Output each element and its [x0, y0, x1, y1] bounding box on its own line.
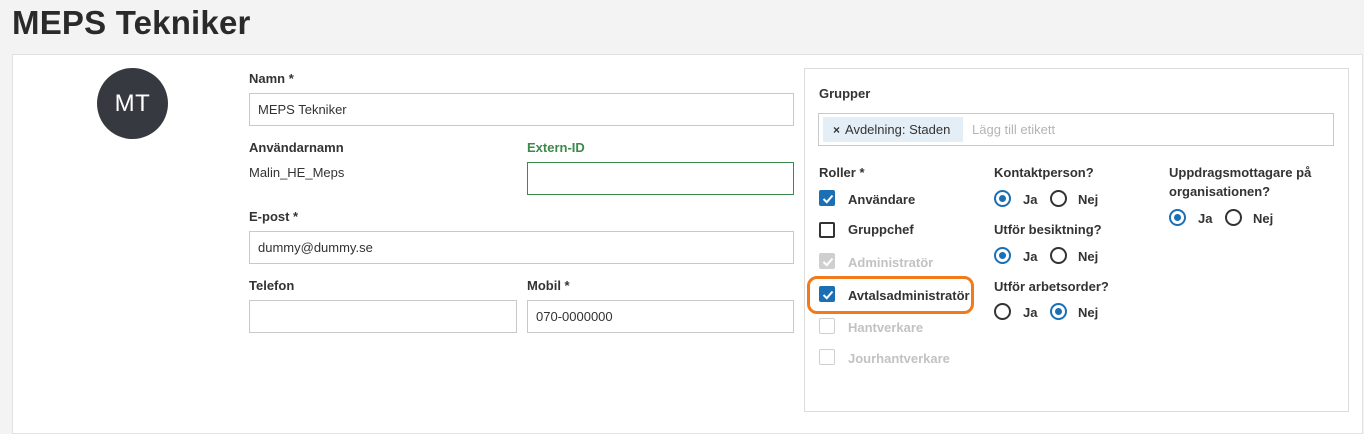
mobile-label: Mobil * [527, 278, 570, 293]
role-administrator-checkbox [819, 253, 835, 269]
avatar: MT [97, 68, 168, 139]
assignee-no-radio[interactable] [1225, 209, 1242, 226]
username-label: Användarnamn [249, 140, 344, 155]
contact-yes-label: Ja [1023, 192, 1038, 207]
tag-chip: × Avdelning: Staden [823, 117, 963, 142]
workorder-yes-radio[interactable] [994, 303, 1011, 320]
inspection-no-radio[interactable] [1050, 247, 1067, 264]
contact-yes-radio[interactable] [994, 190, 1011, 207]
inspection-no-label: Nej [1078, 249, 1099, 264]
workorder-no-radio[interactable] [1050, 303, 1067, 320]
extern-id-field[interactable] [527, 162, 794, 195]
contact-no-radio[interactable] [1050, 190, 1067, 207]
inspection-yes-radio[interactable] [994, 247, 1011, 264]
role-hantverkare-checkbox [819, 318, 835, 334]
contact-label: Kontaktperson? [994, 165, 1094, 180]
name-label: Namn * [249, 71, 294, 86]
role-anvandare-checkbox[interactable] [819, 190, 835, 206]
assignee-no-label: Nej [1253, 211, 1274, 226]
phone-field[interactable] [249, 300, 517, 333]
role-jourhantverkare-checkbox [819, 349, 835, 365]
email-label: E-post * [249, 209, 299, 224]
highlight-outline [807, 276, 974, 314]
inspection-label: Utför besiktning? [994, 222, 1102, 237]
page-title: MEPS Tekniker [12, 4, 251, 41]
workorder-no-label: Nej [1078, 305, 1099, 320]
workorder-label: Utför arbetsorder? [994, 279, 1109, 294]
remove-tag-icon[interactable]: × [833, 123, 840, 137]
assignee-yes-label: Ja [1198, 211, 1213, 226]
username-value: Malin_HE_Meps [249, 165, 345, 180]
role-anvandare-label: Användare [848, 192, 916, 207]
assignee-yes-radio[interactable] [1169, 209, 1186, 226]
role-gruppchef-checkbox[interactable] [819, 222, 835, 238]
groups-label: Grupper [819, 86, 871, 101]
mobile-field[interactable]: 070-0000000 [527, 300, 794, 333]
roles-label: Roller * [819, 165, 865, 180]
email-field[interactable]: dummy@dummy.se [249, 231, 794, 264]
check-icon [822, 257, 834, 267]
role-administrator-label: Administratör [848, 255, 934, 270]
assignee-label-line1: Uppdragsmottagare på [1169, 165, 1312, 180]
tag-placeholder: Lägg till etikett [972, 122, 1056, 137]
tag-label: Avdelning: Staden [845, 122, 951, 137]
role-hantverkare-label: Hantverkare [848, 320, 924, 335]
role-jourhantverkare-label: Jourhantverkare [848, 351, 950, 366]
role-gruppchef-label: Gruppchef [848, 222, 914, 237]
phone-label: Telefon [249, 278, 295, 293]
workorder-yes-label: Ja [1023, 305, 1038, 320]
extern-id-label: Extern-ID [527, 140, 585, 155]
contact-no-label: Nej [1078, 192, 1099, 207]
check-icon [822, 194, 834, 204]
inspection-yes-label: Ja [1023, 249, 1038, 264]
name-field[interactable]: MEPS Tekniker [249, 93, 794, 126]
assignee-label-line2: organisationen? [1169, 184, 1271, 199]
